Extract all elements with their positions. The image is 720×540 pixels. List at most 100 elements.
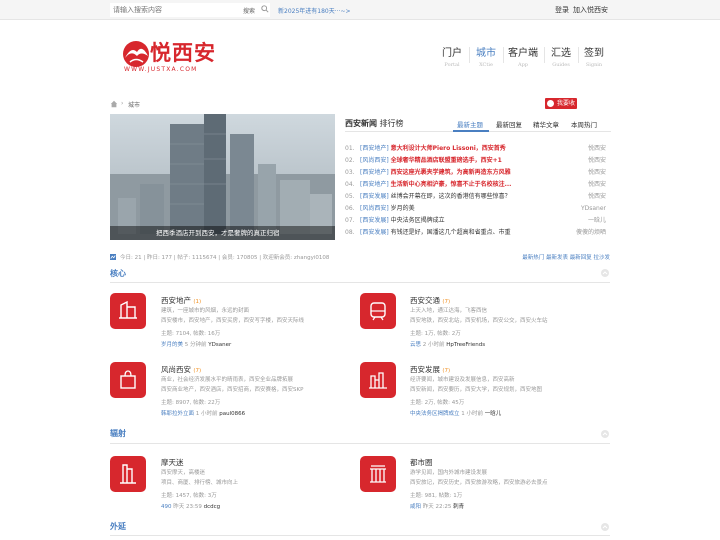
nav-guides[interactable]: 汇选 Guides [550, 44, 572, 68]
news-author[interactable]: 悦西安 [588, 143, 606, 155]
last-post-user[interactable]: HpTreeFriends [446, 342, 485, 348]
last-post-link[interactable]: 云思 [410, 342, 421, 348]
news-title[interactable]: 有钱还是好，国潘这几个超高和省重点、市重 [391, 229, 511, 236]
subway-icon[interactable] [360, 293, 396, 329]
news-row[interactable]: 05. [西安发展] 丝博会开幕在即，这次的香港信有哪些惊喜？ 悦西安 [345, 191, 611, 203]
news-row[interactable]: 04. [西安地产] 生活新中心亮相沪豪，惊喜不止于名校核注... 悦西安 [345, 179, 611, 191]
notice-link[interactable]: 新2025年进有180天···~> [278, 6, 351, 15]
building-icon[interactable] [110, 293, 146, 329]
featured-slide[interactable]: 把西季酒店开到西安，才是奢牌的真正归宿 [110, 114, 335, 240]
forum-name[interactable]: 风尚西安 (7) [161, 364, 201, 375]
news-category[interactable]: [风尚西安] [360, 205, 389, 212]
slide-caption[interactable]: 把西季酒店开到西安，才是奢牌的真正归宿 [110, 226, 335, 240]
news-title[interactable]: 丝博会开幕在即，这次的香港信有哪些惊喜？ [391, 193, 511, 200]
news-category[interactable]: [西安地产] [360, 145, 389, 152]
section-title-extension[interactable]: 外延 [110, 521, 126, 532]
tab-latest-topics[interactable]: 最新主题 [457, 119, 483, 129]
forum-name[interactable]: 西安地产 (1) [161, 295, 201, 306]
new-count-badge: (1) [193, 299, 202, 305]
forum-stats: 主题: 8907, 帖数: 22万 [161, 400, 221, 406]
home-icon[interactable] [110, 100, 118, 108]
collect-button[interactable]: 我要收藏 [545, 98, 577, 118]
news-index: 03. [345, 169, 355, 176]
last-post-user[interactable]: 刺青 [453, 504, 464, 510]
shopping-bag-icon[interactable] [110, 362, 146, 398]
logo-name[interactable]: 悦西安 [150, 37, 216, 67]
forum-last-post: 中央法务区揭牌成立 1 小时前 一晗儿 [410, 409, 501, 417]
news-category[interactable]: [西安发展] [360, 217, 389, 224]
breadcrumb-city[interactable]: 城市 [128, 100, 140, 109]
news-category[interactable]: [西安发展] [360, 229, 389, 236]
news-row[interactable]: 08. [西安发展] 有钱还是好，国潘这几个超高和省重点、市重 傻傻的烦晒 [345, 227, 611, 239]
news-author[interactable]: 悦西安 [588, 155, 606, 167]
last-post-link[interactable]: 咸阳 [410, 504, 421, 510]
login-link[interactable]: 登录 [555, 5, 569, 15]
tab-featured[interactable]: 精华文章 [533, 119, 559, 129]
news-author[interactable]: 傻傻的烦晒 [576, 227, 606, 239]
logo-icon[interactable] [121, 38, 151, 68]
collapse-icon[interactable] [601, 269, 609, 277]
news-category[interactable]: [西安地产] [360, 181, 389, 188]
search-icon[interactable] [261, 5, 269, 13]
section-title-core[interactable]: 核心 [110, 268, 126, 279]
last-post-user[interactable]: dcdcg [204, 504, 221, 510]
last-post-time: 1 小时前 [461, 411, 484, 417]
news-title[interactable]: 岁月的美 [391, 205, 415, 212]
nav-sub-label: Signin [585, 62, 603, 68]
news-title[interactable]: 生活新中心亮相沪豪，惊喜不止于名校核注... [391, 181, 512, 188]
join-link[interactable]: 加入悦西安 [573, 5, 608, 15]
search-button[interactable]: 搜索 [243, 6, 255, 15]
news-row[interactable]: 06. [风尚西安] 岁月的美 YDsaner [345, 203, 611, 215]
nav-portal[interactable]: 门户 Portal [441, 44, 463, 68]
skyscraper-icon[interactable] [110, 456, 146, 492]
forum-stats: 主题: 1457, 帖数: 3万 [161, 493, 217, 499]
forum-desc-line: 西安楼市，西安地产，西安买房，西安写字楼，西安天际线 [161, 317, 305, 324]
last-post-link[interactable]: 490 [161, 504, 172, 510]
tab-latest-replies[interactable]: 最新回复 [496, 119, 522, 129]
news-panel-title: 西安新闻 排行榜 [345, 118, 404, 129]
forum-name[interactable]: 西安交通 (7) [410, 295, 450, 306]
forum-last-post: 岁月的美 5 分钟前 YDsaner [161, 340, 231, 348]
forum-name[interactable]: 西安发展 (7) [410, 364, 450, 375]
forum-desc-line: 游学见闻，国内外城市建设发展 [410, 470, 488, 476]
forum-stats: 主题: 1万, 帖数: 2万 [410, 331, 461, 337]
news-row[interactable]: 01. [西安地产] 意大利设计大师Piero Lissoni，西安首秀 悦西安 [345, 143, 611, 155]
news-author[interactable]: 一晗儿 [588, 215, 606, 227]
collapse-icon[interactable] [601, 430, 609, 438]
last-post-link[interactable]: 岁月的美 [161, 342, 183, 348]
news-row[interactable]: 07. [西安发展] 中央法务区揭牌成立 一晗儿 [345, 215, 611, 227]
section-title-radiate[interactable]: 辐射 [110, 428, 126, 439]
news-title[interactable]: 意大利设计大师Piero Lissoni，西安首秀 [391, 145, 506, 152]
news-author[interactable]: 悦西安 [588, 191, 606, 203]
news-title[interactable]: 西安这座光裹夹学建筑，为高新再造东方风雅 [391, 169, 511, 176]
forum-name[interactable]: 都市圈 [410, 457, 433, 468]
news-author[interactable]: 悦西安 [588, 167, 606, 179]
last-post-link[interactable]: 中央法务区揭牌成立 [410, 411, 460, 417]
bar-chart-icon[interactable] [360, 362, 396, 398]
news-category[interactable]: [西安地产] [360, 169, 389, 176]
news-row[interactable]: 02. [风尚西安] 全球奢华精品酒店联盟重磅选手，西安+1 悦西安 [345, 155, 611, 167]
forum-name[interactable]: 摩天迷 [161, 457, 184, 468]
last-post-link[interactable]: 韩耶拉外立面 [161, 411, 194, 417]
news-author[interactable]: 悦西安 [588, 179, 606, 191]
forum-desc-line: 西安摩天，高楼迷 [161, 470, 206, 476]
news-title[interactable]: 中央法务区揭牌成立 [391, 217, 445, 224]
news-title[interactable]: 全球奢华精品酒店联盟重磅选手，西安+1 [391, 157, 502, 164]
last-post-time: 2 小时前 [422, 342, 445, 348]
collapse-icon[interactable] [601, 523, 609, 531]
quick-links[interactable]: 最新热门 最新发表 最新回复 拉沙发 [522, 253, 610, 261]
news-category[interactable]: [风尚西安] [360, 157, 389, 164]
forum-desc-line: 西安地铁，西安北站，西安机场，西安公交，西安火车站 [410, 317, 548, 324]
news-author[interactable]: YDsaner [581, 203, 606, 215]
last-post-user[interactable]: paul0866 [219, 411, 245, 417]
news-row[interactable]: 03. [西安地产] 西安这座光裹夹学建筑，为高新再造东方风雅 悦西安 [345, 167, 611, 179]
tab-weekly-hot[interactable]: 本周热门 [571, 119, 597, 129]
nav-sub-label: Portal [444, 62, 460, 68]
nav-signin[interactable]: 签到 Signin [583, 44, 605, 68]
city-gate-icon[interactable] [360, 456, 396, 492]
nav-app[interactable]: 客户端 App [508, 44, 538, 68]
nav-city[interactable]: 城市 XCtie [475, 44, 497, 68]
news-category[interactable]: [西安发展] [360, 193, 389, 200]
last-post-user[interactable]: 一晗儿 [485, 411, 502, 417]
last-post-user[interactable]: YDsaner [208, 342, 231, 348]
